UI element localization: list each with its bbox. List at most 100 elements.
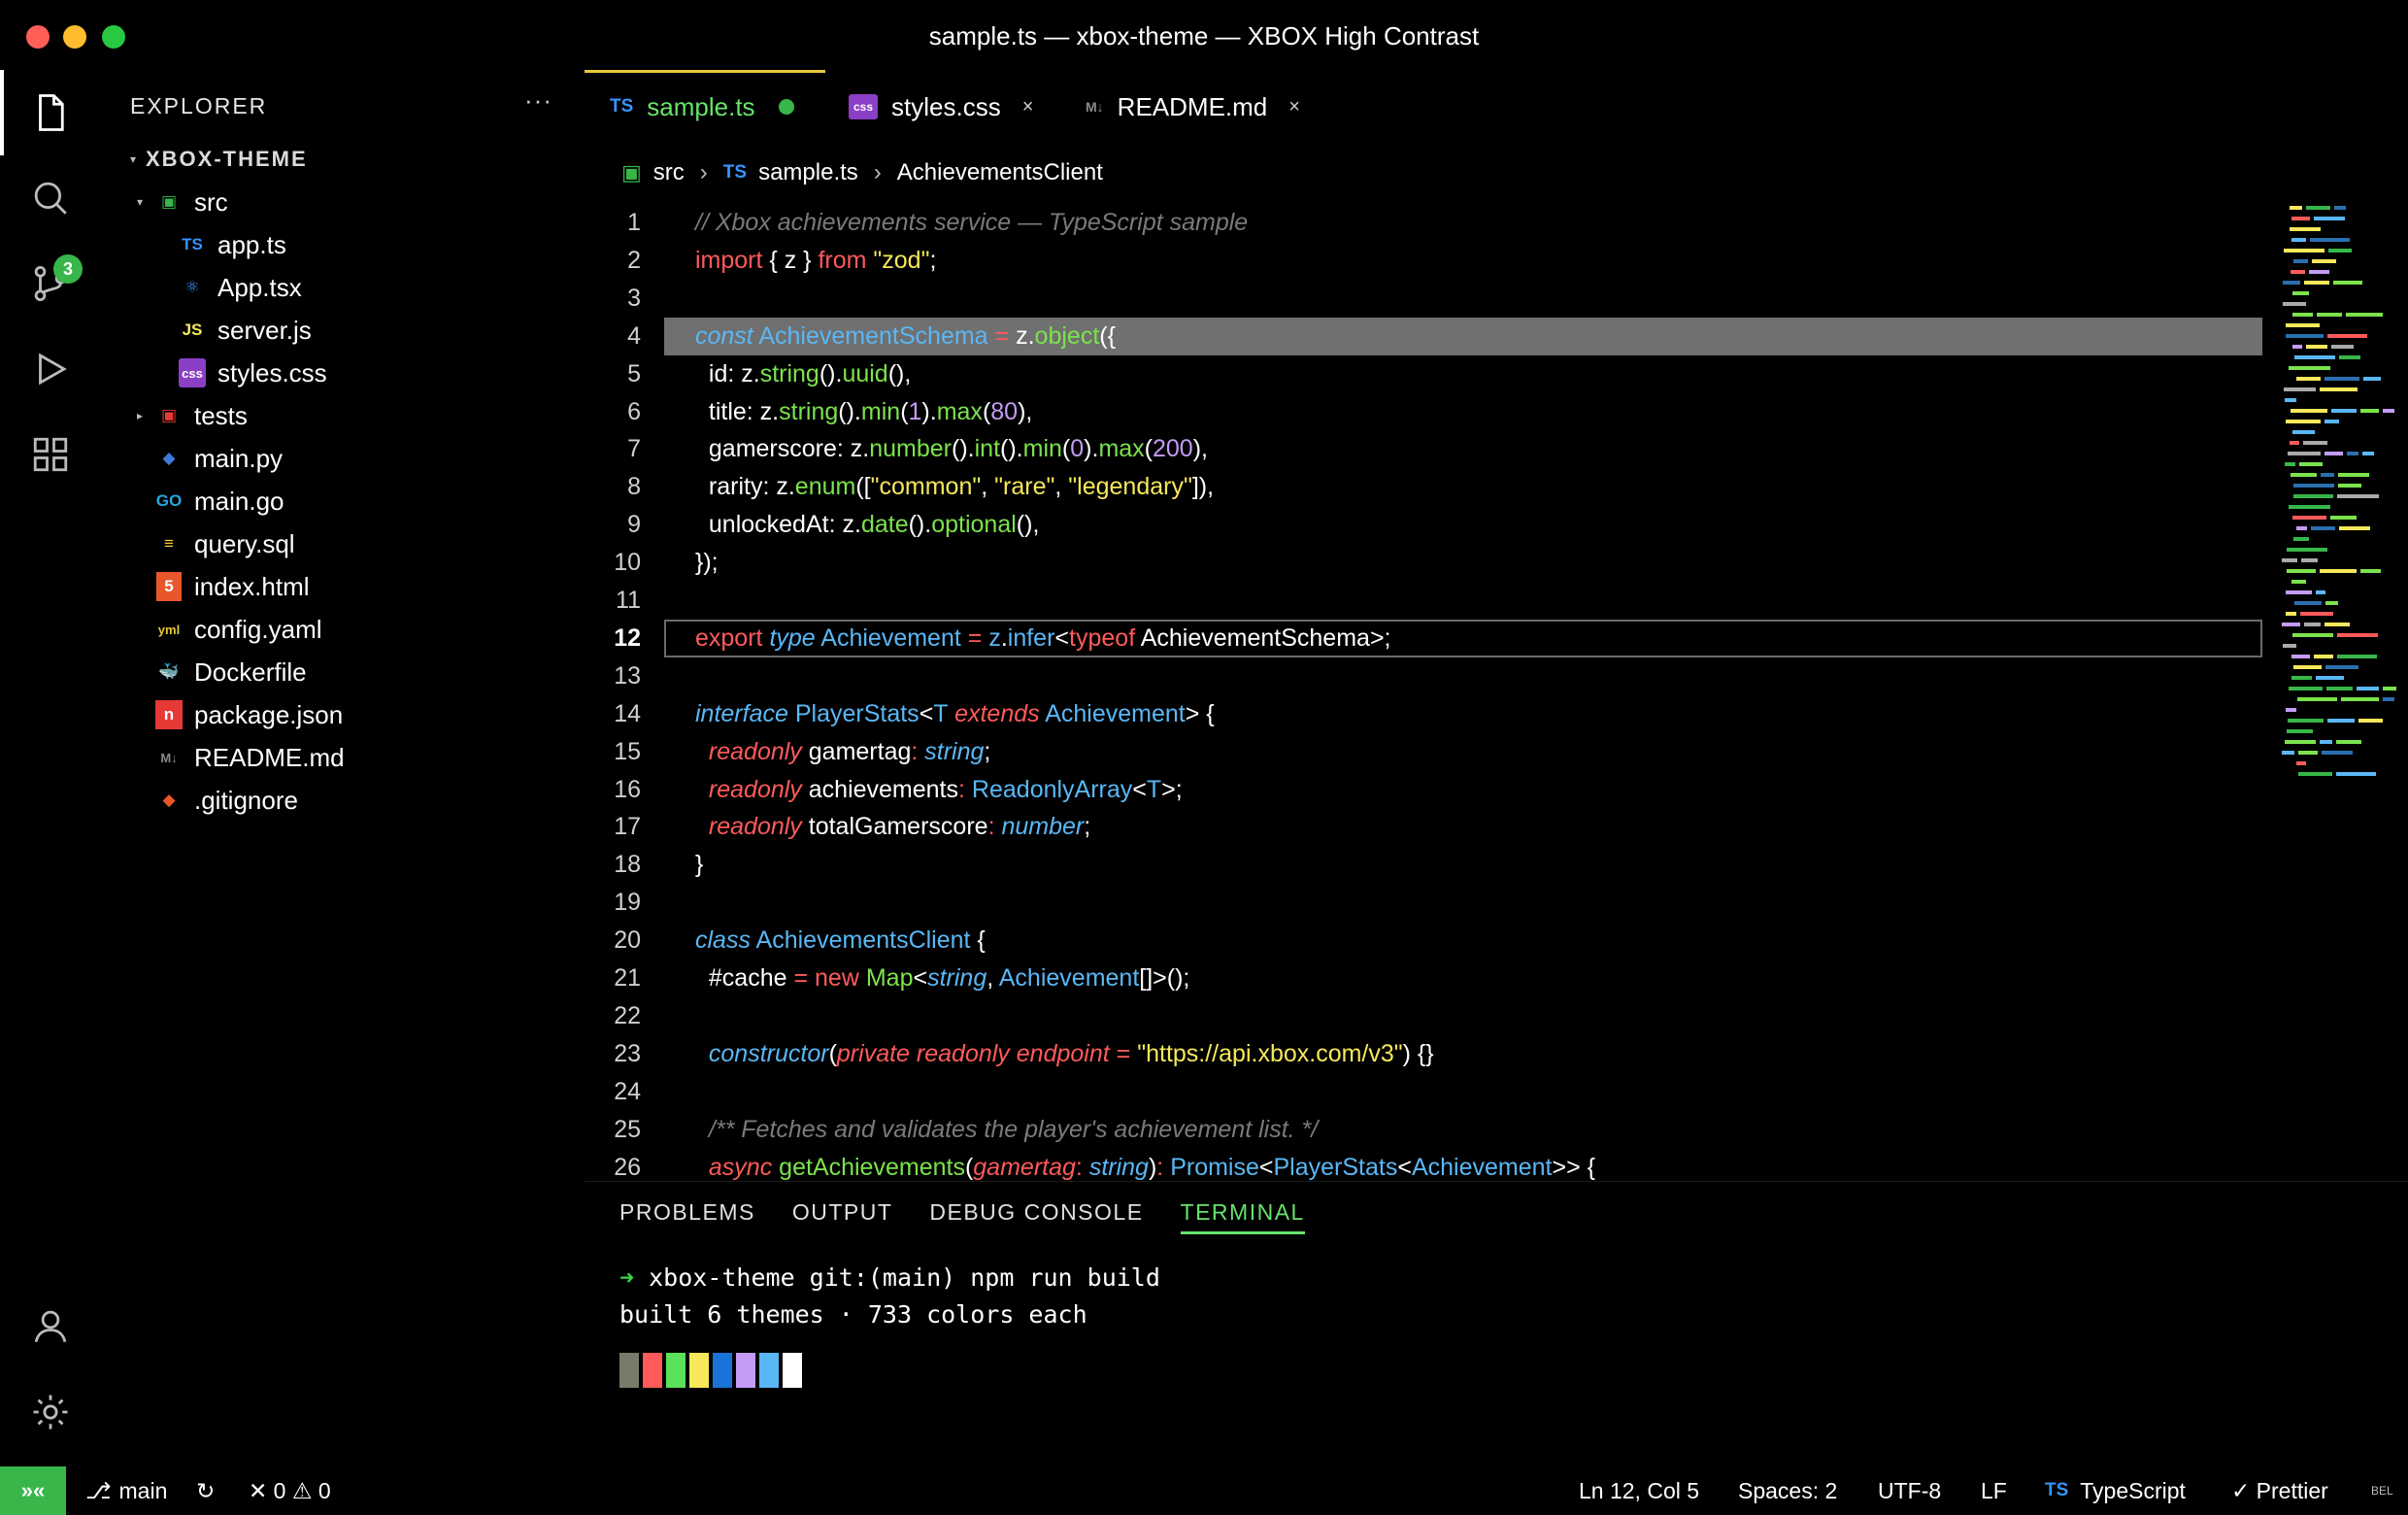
sidebar-item-server-js[interactable]: JS server.js (151, 309, 312, 352)
sidebar-item-main-go[interactable]: GO main.go (128, 480, 284, 522)
workspace-root[interactable]: ▾ XBOX-THEME (122, 138, 308, 181)
code-line[interactable]: 23 constructor(private readonly endpoint… (585, 1035, 2408, 1073)
code-line[interactable]: 21 #cache = new Map<string, Achievement[… (585, 960, 2408, 997)
settings-activity[interactable] (0, 1369, 101, 1455)
code-line[interactable]: 6 title: z.string().min(1).max(80), (585, 393, 2408, 431)
minimap-line (2283, 644, 2296, 648)
window-title: sample.ts — xbox-theme — XBOX High Contr… (928, 21, 1480, 50)
code-line[interactable]: 25 /** Fetches and validates the player'… (585, 1111, 2408, 1149)
more-actions-icon[interactable]: ··· (524, 85, 552, 116)
sidebar-item-package-json[interactable]: n package.json (128, 693, 343, 736)
terminal-output: built 6 themes · 733 colors each (619, 1300, 1087, 1329)
status-bar: »« ⎇ main ↻ ✕ 0 ⚠ 0 Ln 12, Col 5 Spaces:… (0, 1466, 2408, 1515)
code-token: . (1000, 623, 1008, 652)
remote-indicator[interactable]: »« (0, 1466, 66, 1515)
minimap-line (2339, 526, 2370, 530)
code-line[interactable]: 11 (585, 582, 2408, 620)
code-token: ) {} (1402, 1039, 1434, 1067)
minimap-line (2290, 227, 2321, 231)
source-control-activity[interactable] (0, 241, 101, 326)
code-token: , (987, 964, 999, 992)
problems-status[interactable]: ✕ 0 ⚠ 0 (249, 1466, 331, 1515)
sidebar-item-tests[interactable]: ▸ ▣ tests (128, 394, 248, 437)
code-line[interactable]: 16 readonly achievements: ReadonlyArray<… (585, 771, 2408, 809)
sidebar-item-label: README.md (194, 742, 345, 772)
code-token: }); (695, 549, 719, 577)
code-line[interactable]: 10}); (585, 544, 2408, 582)
code-line[interactable]: 5 id: z.string().uuid(), (585, 355, 2408, 393)
panel-tab-problems[interactable]: PROBLEMS (619, 1195, 755, 1234)
minimap-line (2358, 719, 2383, 723)
breadcrumb-file[interactable]: sample.ts (758, 159, 858, 186)
panel-tab-debug-console[interactable]: DEBUG CONSOLE (929, 1195, 1143, 1234)
sidebar-item-app-ts[interactable]: TS app.ts (151, 223, 286, 266)
cursor-position[interactable]: Ln 12, Col 5 (1579, 1466, 1699, 1515)
explorer-activity[interactable] (0, 70, 101, 155)
search-activity[interactable] (0, 155, 101, 241)
sidebar-item-gitignore[interactable]: ◆ .gitignore (128, 779, 298, 822)
code-line[interactable]: 15 readonly gamertag: string; (585, 733, 2408, 771)
minimap-line (2320, 569, 2357, 573)
sidebar-item-index-html[interactable]: 5 index.html (128, 565, 310, 608)
code-line[interactable]: 8 rarity: z.enum(["common", "rare", "leg… (585, 468, 2408, 506)
code-line[interactable]: 18} (585, 846, 2408, 884)
code-line[interactable]: 1 // Xbox achievements service — TypeScri… (585, 204, 2408, 242)
language-status[interactable]: TS TypeScript (2045, 1466, 2186, 1515)
code-line[interactable]: 12 export type Achievement = z.infer<type… (585, 619, 2408, 657)
code-line[interactable]: 9 unlockedAt: z.date().optional(), (585, 506, 2408, 544)
code-token: AchievementSchema (758, 321, 988, 350)
encoding-status[interactable]: UTF-8 (1878, 1466, 1941, 1515)
code-line[interactable]: 7 gamerscore: z.number().int().min(0).ma… (585, 430, 2408, 468)
code-token: "legendary" (1068, 473, 1192, 501)
code-token: } (695, 851, 704, 879)
indentation-status[interactable]: Spaces: 2 (1738, 1466, 1837, 1515)
panel-tab-terminal[interactable]: TERMINAL (1180, 1195, 1306, 1234)
code-line[interactable]: 19 (585, 884, 2408, 922)
sidebar-item-src[interactable]: ▾ ▣ src (128, 181, 228, 223)
code-line[interactable]: 2 import { z } from "zod"; (585, 242, 2408, 280)
close-tab-icon[interactable]: × (1022, 96, 1034, 118)
extensions-activity[interactable] (0, 412, 101, 497)
sidebar-item-app-tsx[interactable]: ⚛ App.tsx (151, 266, 301, 309)
minimap-line (2347, 452, 2358, 455)
breadcrumb-symbol[interactable]: AchievementsClient (897, 159, 1103, 186)
sidebar-item-query-sql[interactable]: ≡ query.sql (128, 522, 295, 565)
sidebar-item-main-py[interactable]: ◆ main.py (128, 437, 283, 480)
sidebar-item-readme-md[interactable]: M↓ README.md (128, 736, 345, 779)
code-line[interactable]: 24 (585, 1073, 2408, 1111)
bell-icon[interactable]: BEL (2371, 1466, 2393, 1515)
sidebar-item-config-yaml[interactable]: yml config.yaml (128, 608, 322, 651)
code-line[interactable]: 13 (585, 657, 2408, 695)
branch-status[interactable]: ⎇ main (85, 1466, 167, 1515)
modified-dot-icon[interactable] (778, 99, 794, 115)
code-token: "https://api.xbox.com/v3" (1137, 1039, 1403, 1067)
tab-styles-css[interactable]: css styles.css × (825, 70, 1062, 144)
code-token: : (1075, 1153, 1083, 1181)
code-line[interactable]: 17 readonly totalGamerscore: number; (585, 808, 2408, 846)
prettier-status[interactable]: ✓ Prettier (2231, 1466, 2328, 1515)
code-line[interactable]: 14 interface PlayerStats<T extends Achiev… (585, 695, 2408, 733)
eol-status[interactable]: LF (1981, 1466, 2007, 1515)
terminal[interactable]: ➜ xbox-theme git:(main) npm run build bu… (619, 1260, 1160, 1333)
sidebar-item-styles-css[interactable]: css styles.css (151, 352, 327, 394)
python-file-icon: ◆ (162, 449, 176, 467)
sync-icon[interactable]: ↻ (196, 1466, 215, 1515)
tab-sample-ts[interactable]: TS sample.ts (585, 70, 825, 144)
panel-tab-output[interactable]: OUTPUT (792, 1195, 893, 1234)
code-line[interactable]: 22 (585, 997, 2408, 1035)
sidebar-item-dockerfile[interactable]: 🐳 Dockerfile (128, 651, 306, 693)
close-tab-icon[interactable]: × (1288, 96, 1300, 118)
code-token: Achievement (1045, 699, 1186, 727)
code-line[interactable]: 3 (585, 280, 2408, 318)
code-line[interactable]: 4 const AchievementSchema = z.object({ (585, 317, 2408, 355)
tab-README-md[interactable]: M↓ README.md × (1062, 70, 1315, 144)
accounts-activity[interactable] (0, 1284, 101, 1369)
run-debug-activity[interactable] (0, 326, 101, 412)
code-line[interactable]: 20 class AchievementsClient { (585, 922, 2408, 960)
breadcrumb-folder[interactable]: src (653, 159, 685, 186)
code-token: 80 (990, 397, 1019, 425)
minimap[interactable] (2274, 206, 2400, 808)
